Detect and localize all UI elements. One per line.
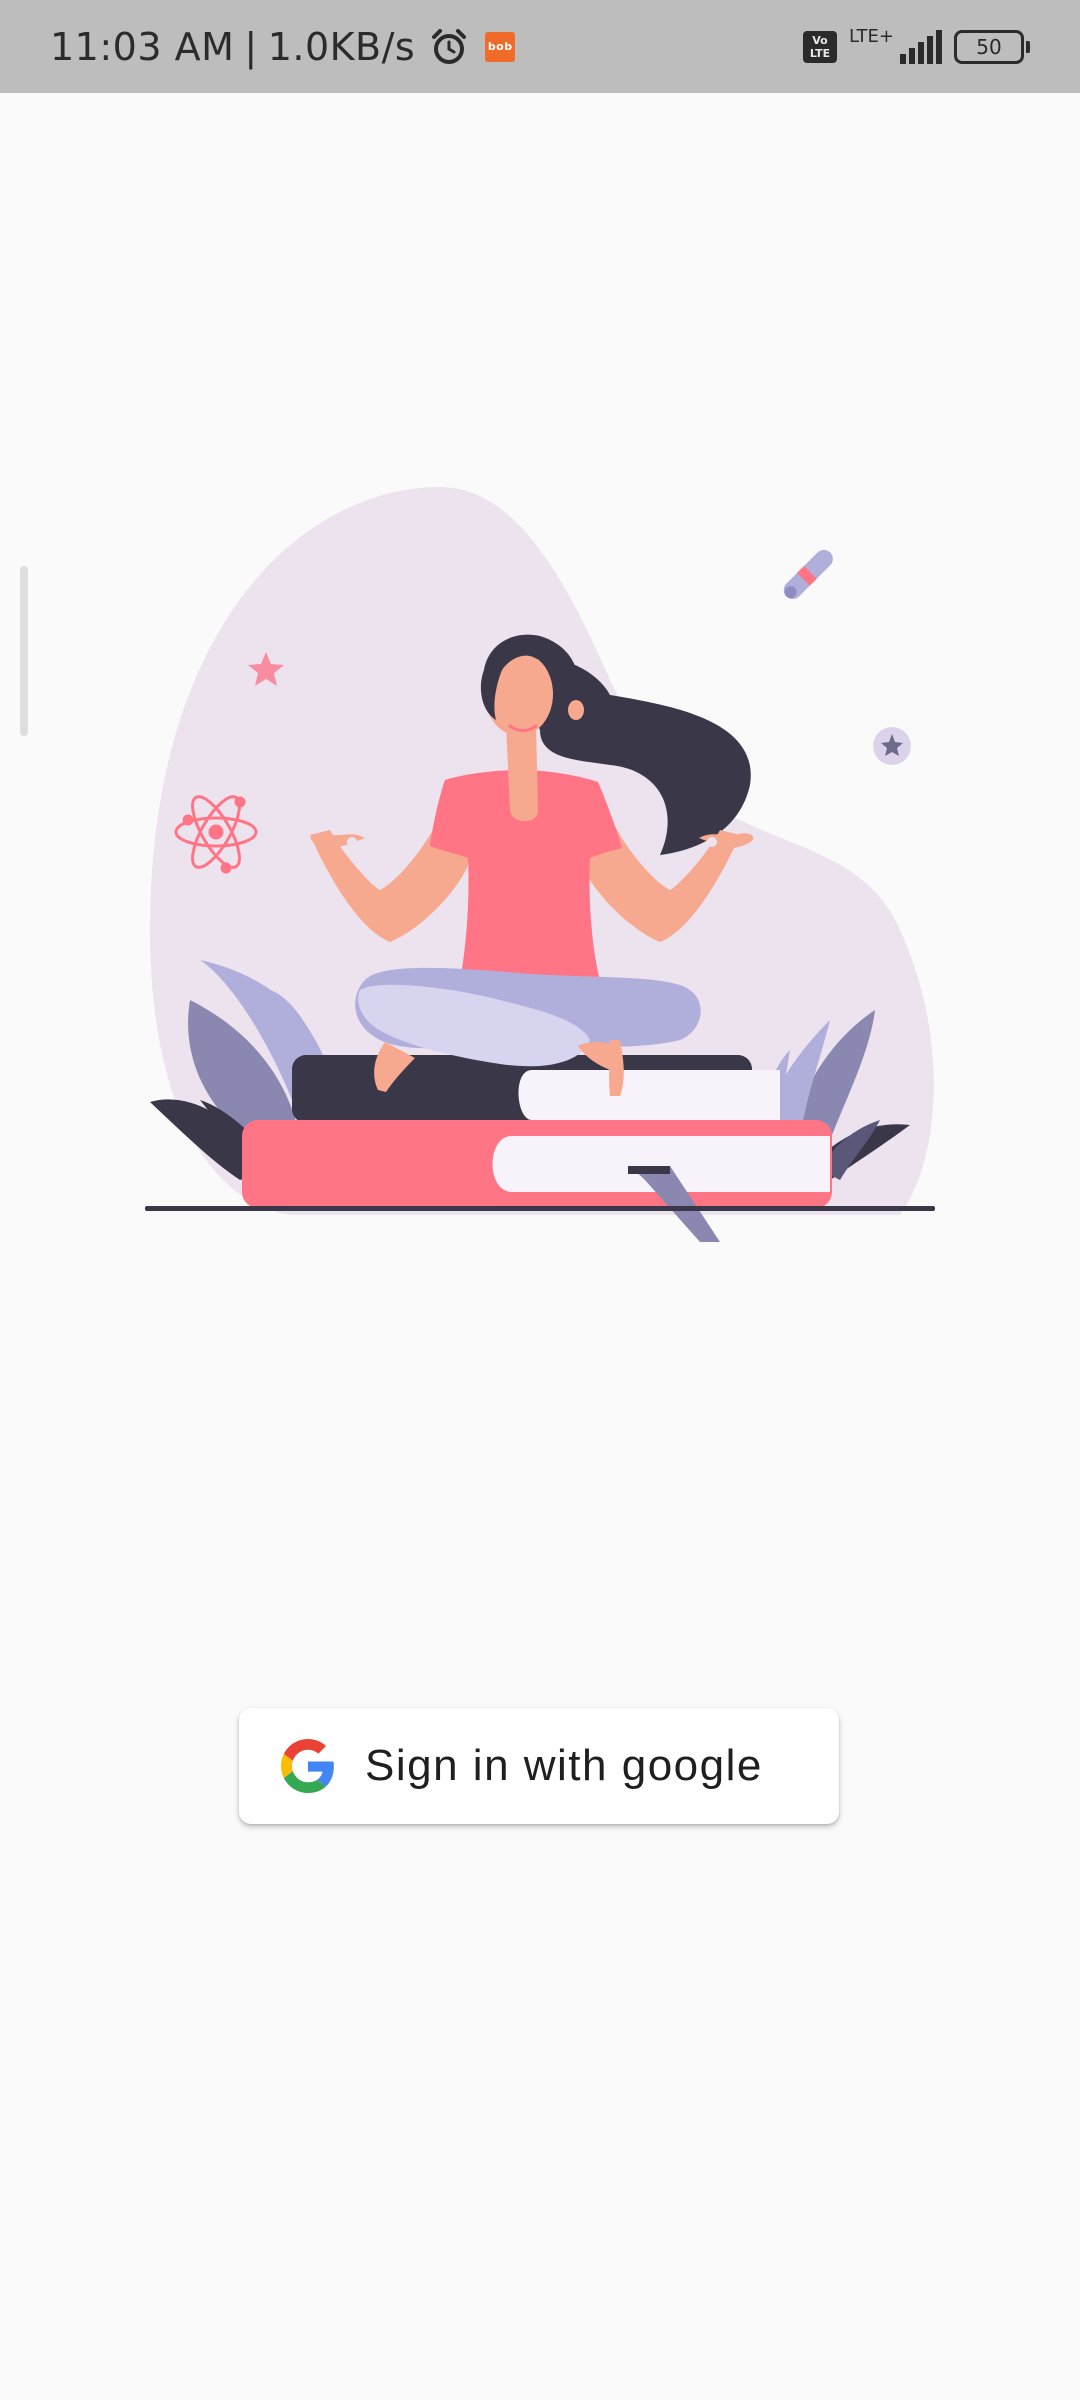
network-speed: 1.0KB/s xyxy=(267,24,416,69)
battery-icon: 50 xyxy=(954,29,1030,64)
ground-line xyxy=(145,1206,935,1211)
neck xyxy=(506,725,538,822)
book-top-pages xyxy=(518,1070,780,1120)
status-left: 11:03 AM | 1.0KB/s bob xyxy=(50,0,516,93)
google-sign-in-button[interactable]: Sign in with google xyxy=(239,1708,839,1824)
status-bar: 11:03 AM | 1.0KB/s bob Vo LTE LTE+ 50 xyxy=(0,0,1080,93)
google-icon xyxy=(281,1739,334,1793)
bob-app-icon: bob xyxy=(485,31,516,62)
status-separator: | xyxy=(244,24,258,69)
diploma-icon xyxy=(783,549,833,599)
clock: 11:03 AM xyxy=(50,24,235,69)
sign-in-label: Sign in with google xyxy=(365,1741,763,1790)
meditation-illustration xyxy=(145,487,935,1242)
status-right: Vo LTE LTE+ 50 xyxy=(803,0,1030,93)
battery-level: 50 xyxy=(976,34,1002,59)
signal-icon xyxy=(900,29,942,64)
volte-icon: Vo LTE xyxy=(803,30,837,63)
alarm-icon xyxy=(432,28,467,64)
network-type: LTE+ xyxy=(849,26,894,47)
scroll-indicator xyxy=(20,566,28,736)
